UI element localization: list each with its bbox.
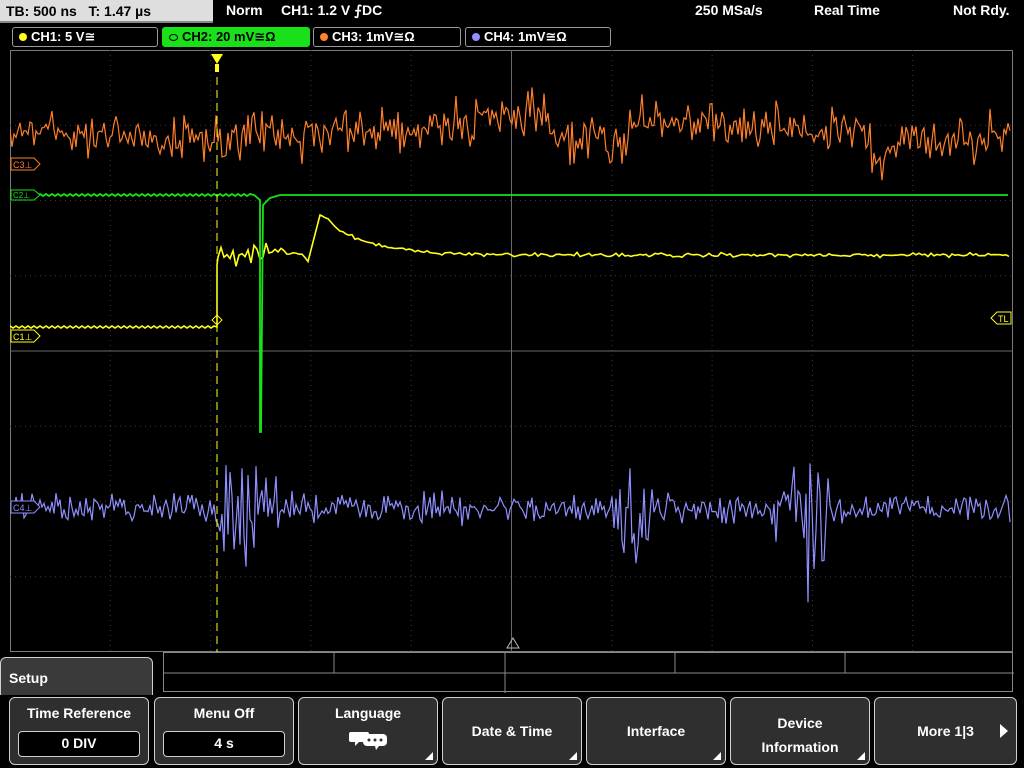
softkey-label: Time Reference xyxy=(26,705,131,721)
menu-title-tab: Setup xyxy=(0,657,153,697)
submenu-indicator-icon xyxy=(857,752,865,760)
ch4-marker[interactable]: C4⊥ xyxy=(10,500,41,514)
horizontal-reference-icon xyxy=(506,637,520,649)
next-page-arrow-icon xyxy=(1000,724,1008,738)
acquisition-mode: Real Time xyxy=(814,2,880,18)
timebase-value: TB: 500 ns xyxy=(6,3,77,19)
ch2-dot-icon xyxy=(169,33,178,41)
menu-title: Setup xyxy=(9,670,48,686)
channel-tab-label: CH2: 20 mV≅Ω xyxy=(182,29,276,44)
interface-softkey[interactable]: Interface xyxy=(586,697,726,765)
ch4-marker-label: C4⊥ xyxy=(13,503,33,513)
time-reference-softkey[interactable]: Time Reference 0 DIV xyxy=(9,697,149,765)
sample-rate: 250 MSa/s xyxy=(695,2,763,18)
submenu-indicator-icon xyxy=(569,752,577,760)
ch3-marker[interactable]: C3⊥ xyxy=(10,157,41,171)
status-bar: TB: 500 ns T: 1.47 µs Norm CH1: 1.2 V ⨍D… xyxy=(0,0,1024,25)
submenu-indicator-icon xyxy=(425,752,433,760)
trigger-level-label: TL xyxy=(998,314,1009,324)
channel-tab-label: CH1: 5 V≅ xyxy=(31,29,96,44)
softkey-label: More 1|3 xyxy=(917,723,974,739)
ch1-marker[interactable]: C1⊥ xyxy=(10,329,41,343)
softkey-label: Date & Time xyxy=(471,723,553,739)
softkey-label: Menu Off xyxy=(193,705,255,721)
graticule xyxy=(10,50,1013,652)
ready-status: Not Rdy. xyxy=(953,2,1010,18)
trigger-mode[interactable]: Norm xyxy=(226,2,263,18)
date-time-softkey[interactable]: Date & Time xyxy=(442,697,582,765)
ch2-marker-label: C2⊥ xyxy=(13,191,30,200)
trigger-level-marker[interactable]: TL xyxy=(990,311,1012,325)
speech-bubble-icon xyxy=(349,732,387,750)
language-softkey[interactable]: Language xyxy=(298,697,438,765)
ch3-marker-label: C3⊥ xyxy=(13,160,33,170)
channel-tab-ch2[interactable]: CH2: 20 mV≅Ω xyxy=(162,27,310,47)
channel-tab-label: CH3: 1mV≅Ω xyxy=(332,29,415,44)
channel-tab-ch1[interactable]: CH1: 5 V≅ xyxy=(12,27,158,47)
softkey-label: Interface xyxy=(626,723,686,739)
time-reference-value: 0 DIV xyxy=(18,731,140,757)
trigger-stem-icon xyxy=(215,64,219,72)
menu-off-value: 4 s xyxy=(163,731,285,757)
menu-ruler xyxy=(163,652,1014,693)
waveform-display[interactable]: C3⊥ C2⊥ C1⊥ C4⊥ TL xyxy=(10,50,1013,652)
channel-tab-ch4[interactable]: CH4: 1mV≅Ω xyxy=(465,27,611,47)
ch3-waveform xyxy=(10,87,1011,181)
ch1-dot-icon xyxy=(19,33,27,41)
ch3-dot-icon xyxy=(320,33,328,41)
menu-off-softkey[interactable]: Menu Off 4 s xyxy=(154,697,294,765)
ch4-waveform xyxy=(10,463,1011,603)
timebase-display[interactable]: TB: 500 ns T: 1.47 µs xyxy=(0,0,213,23)
more-softkey[interactable]: More 1|3 xyxy=(874,697,1017,765)
trigger-info[interactable]: CH1: 1.2 V ⨍DC xyxy=(281,2,382,19)
ch1-waveform xyxy=(10,213,1010,329)
softkey-label: Language xyxy=(334,705,402,721)
channel-tab-ch3[interactable]: CH3: 1mV≅Ω xyxy=(313,27,461,47)
softkey-label: Device Information xyxy=(761,715,839,755)
device-information-softkey[interactable]: Device Information xyxy=(730,697,870,765)
ch4-dot-icon xyxy=(472,33,480,41)
ch2-marker[interactable]: C2⊥ xyxy=(10,189,41,201)
channel-tab-label: CH4: 1mV≅Ω xyxy=(484,29,567,44)
ch1-marker-label: C1⊥ xyxy=(13,332,33,342)
trigger-time-value: T: 1.47 µs xyxy=(88,3,152,19)
submenu-indicator-icon xyxy=(713,752,721,760)
trigger-position-icon[interactable] xyxy=(211,54,223,64)
ch2-waveform xyxy=(10,192,1008,433)
